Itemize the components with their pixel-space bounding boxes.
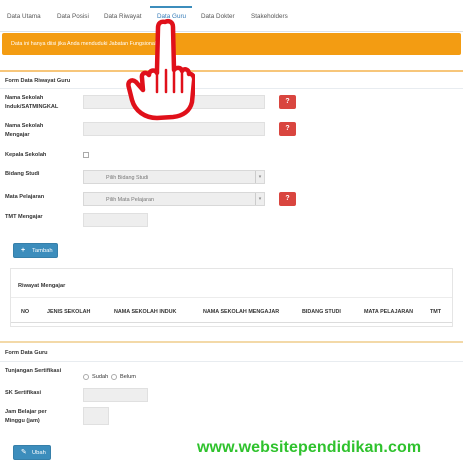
panel-top-border bbox=[0, 70, 463, 72]
column-header-nama-sekolah-induk: NAMA SEKOLAH INDUK bbox=[114, 309, 177, 315]
bidang-studi-label: Bidang Studi bbox=[5, 171, 40, 177]
column-header-mata-pelajaran: MATA PELAJARAN bbox=[364, 309, 414, 315]
tunjangan-sertifikasi-label: Tunjangan Sertifikasi bbox=[5, 368, 62, 374]
website-watermark: www.websitependidikan.com bbox=[197, 439, 422, 456]
kepala-sekolah-checkbox[interactable] bbox=[83, 152, 89, 158]
mata-pelajaran-placeholder: Pilih Mata Pelajaran bbox=[106, 197, 154, 203]
column-header-tmt: TMT bbox=[430, 309, 442, 315]
section-divider bbox=[0, 361, 463, 362]
ubah-button-label: Ubah bbox=[32, 450, 46, 456]
bidang-studi-placeholder: Pilih Bidang Studi bbox=[106, 175, 149, 181]
pointing-hand-icon bbox=[126, 18, 195, 121]
column-header-bidang-studi: BIDANG STUDI bbox=[302, 309, 341, 315]
column-header-nama-sekolah-mengajar: NAMA SEKOLAH MENGAJAR bbox=[203, 309, 280, 315]
bidang-studi-select[interactable]: Pilih Bidang Studi ▾ bbox=[83, 170, 265, 184]
mata-pelajaran-help-button[interactable]: ? bbox=[279, 192, 296, 206]
table-title-divider bbox=[11, 297, 452, 298]
guru-form-title: Form Data Guru bbox=[5, 350, 48, 356]
tab-data-posisi[interactable]: Data Posisi bbox=[57, 13, 89, 20]
sk-sertifikasi-label: SK Sertifikasi bbox=[5, 390, 42, 396]
belum-radio-label: Belum bbox=[120, 374, 136, 380]
chevron-down-icon: ▾ bbox=[255, 193, 264, 205]
riwayat-mengajar-table: Riwayat Mengajar NO JENIS SEKOLAH NAMA S… bbox=[10, 268, 453, 327]
column-header-jenis-sekolah: JENIS SEKOLAH bbox=[47, 309, 91, 315]
riwayat-table-title: Riwayat Mengajar bbox=[18, 283, 66, 289]
jam-belajar-input[interactable] bbox=[83, 407, 109, 425]
tab-stakeholders[interactable]: Stakeholders bbox=[251, 13, 288, 20]
tmt-mengajar-input[interactable] bbox=[83, 213, 148, 227]
section-divider bbox=[0, 88, 463, 89]
sk-sertifikasi-input[interactable] bbox=[83, 388, 148, 402]
tab-data-dokter[interactable]: Data Dokter bbox=[201, 13, 235, 20]
warning-alert: Data ini hanya diisi jika Anda menduduki… bbox=[2, 33, 461, 55]
column-header-no: NO bbox=[21, 309, 30, 315]
sudah-radio[interactable] bbox=[83, 374, 89, 380]
tab-bar: Data Utama Data Posisi Data Riwayat Data… bbox=[0, 0, 463, 32]
nama-sekolah-mengajar-input[interactable] bbox=[83, 122, 265, 136]
jam-belajar-label: Jam Belajar per Minggu (jam) bbox=[5, 409, 47, 424]
plus-icon: + bbox=[21, 247, 26, 254]
active-tab-indicator bbox=[150, 6, 192, 8]
tambah-button-label: Tambah bbox=[32, 248, 53, 254]
nama-sekolah-induk-help-button[interactable]: ? bbox=[279, 95, 296, 109]
tmt-mengajar-label: TMT Mengajar bbox=[5, 214, 43, 220]
tambah-button[interactable]: + Tambah bbox=[13, 243, 58, 258]
nama-sekolah-mengajar-label: Nama Sekolah Mengajar bbox=[5, 123, 44, 138]
tab-data-utama[interactable]: Data Utama bbox=[7, 13, 41, 20]
ubah-button[interactable]: ✎ Ubah bbox=[13, 445, 51, 460]
nama-sekolah-mengajar-help-button[interactable]: ? bbox=[279, 122, 296, 136]
section-border bbox=[0, 341, 463, 343]
mata-pelajaran-label: Mata Pelajaran bbox=[5, 194, 45, 200]
kepala-sekolah-label: Kepala Sekolah bbox=[5, 152, 47, 158]
mata-pelajaran-select[interactable]: Pilih Mata Pelajaran ▾ bbox=[83, 192, 265, 206]
chevron-down-icon: ▾ bbox=[255, 171, 264, 183]
nama-sekolah-induk-label: Nama Sekolah Induk/SATMINGKAL bbox=[5, 95, 59, 110]
riwayat-form-title: Form Data Riwayat Guru bbox=[5, 78, 71, 84]
belum-radio[interactable] bbox=[111, 374, 117, 380]
table-header-divider bbox=[11, 322, 452, 323]
pencil-icon: ✎ bbox=[21, 449, 27, 456]
sudah-radio-label: Sudah bbox=[92, 374, 109, 380]
